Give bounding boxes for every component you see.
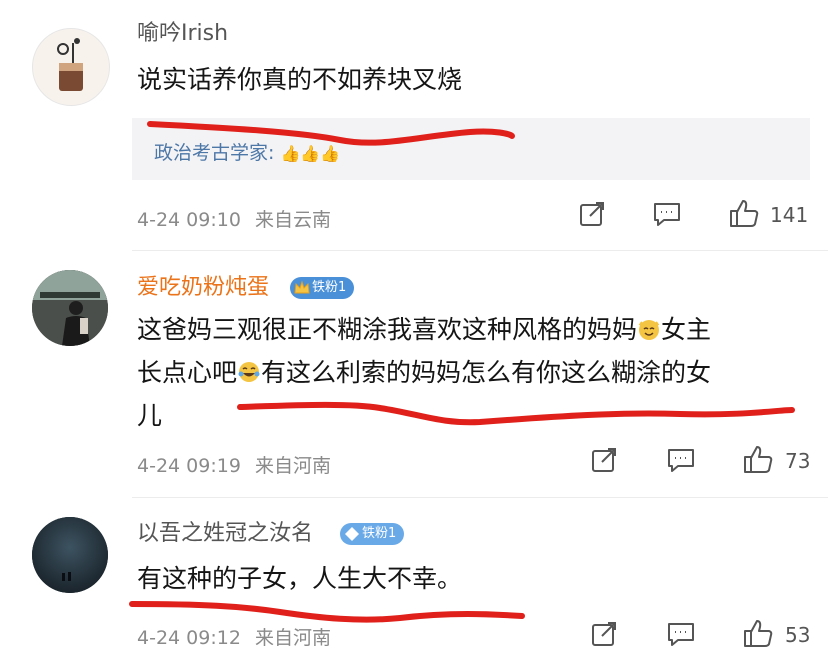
night-sky-avatar-image [32, 517, 108, 593]
location: 来自云南 [254, 209, 331, 231]
timestamp: 4-24 09:12 [137, 627, 241, 649]
divider [132, 497, 828, 498]
username[interactable]: 爱吃奶粉炖蛋 [137, 274, 269, 302]
comment-meta: 4-24 09:19 来自河南 [137, 451, 331, 478]
avatar[interactable] [32, 28, 110, 106]
comment-text: 这爸妈三观很正不糊涂我喜欢这种风格的妈妈 女主 长点心吧 有这么利索的妈妈怎么有你这… [137, 308, 711, 437]
badge-label: 铁粉1 [362, 526, 397, 541]
comment-text-line1: 这爸妈三观很正不糊涂我喜欢这种风格的妈妈 [137, 315, 638, 344]
comment-icon[interactable] [666, 620, 696, 648]
diamond-icon [345, 527, 359, 541]
like-count: 73 [785, 449, 811, 473]
comment-text-line1b: 女主 [661, 315, 712, 344]
like-icon[interactable] [742, 444, 774, 474]
avatar[interactable] [32, 270, 108, 346]
thumbs-up-emoji-icons: 👍👍👍 [280, 144, 341, 163]
cup-icon [57, 38, 83, 91]
comment-icon[interactable] [666, 446, 696, 474]
comment-text: 有这种的子女，人生大不幸。 [137, 564, 463, 593]
comment-text-line2a: 长点心吧 [137, 358, 238, 387]
badge-label: 铁粉1 [312, 280, 347, 295]
like-icon[interactable] [742, 618, 774, 648]
quote-author: 政治考古学家: [154, 142, 275, 164]
quote-text: 政治考古学家: 👍👍👍 [154, 138, 340, 165]
like-count: 53 [785, 623, 811, 647]
share-icon[interactable] [590, 620, 618, 648]
share-icon[interactable] [578, 200, 606, 228]
timestamp: 4-24 09:10 [137, 209, 241, 231]
location: 来自河南 [254, 455, 331, 477]
timestamp: 4-24 09:19 [137, 455, 241, 477]
cat-emoji-icon [638, 320, 660, 340]
like-icon[interactable] [728, 198, 760, 228]
comment-text-line2b: 有这么利索的妈妈怎么有你这么糊涂的女 [261, 358, 712, 387]
fan-badge[interactable]: 铁粉1 [290, 277, 355, 299]
comment-meta: 4-24 09:10 来自云南 [137, 205, 331, 232]
red-underline-3 [129, 601, 525, 623]
comment-meta: 4-24 09:12 来自河南 [137, 623, 331, 650]
comment-icon[interactable] [652, 200, 682, 228]
username[interactable]: 以吾之姓冠之汝名 [137, 520, 313, 548]
username[interactable]: 喻吟Irish [137, 20, 228, 48]
divider [132, 250, 828, 251]
crown-icon [294, 280, 310, 294]
fan-badge[interactable]: 铁粉1 [340, 523, 405, 545]
laugh-cry-emoji-icon [238, 362, 260, 382]
photo-avatar-image [32, 270, 108, 346]
comment-text: 说实话养你真的不如养块叉烧 [137, 65, 463, 94]
share-icon[interactable] [590, 446, 618, 474]
like-count: 141 [770, 203, 809, 227]
comment-text-line3: 儿 [137, 401, 163, 430]
reply-quote[interactable]: 政治考古学家: 👍👍👍 [132, 118, 810, 180]
avatar[interactable] [32, 517, 108, 593]
location: 来自河南 [254, 627, 331, 649]
